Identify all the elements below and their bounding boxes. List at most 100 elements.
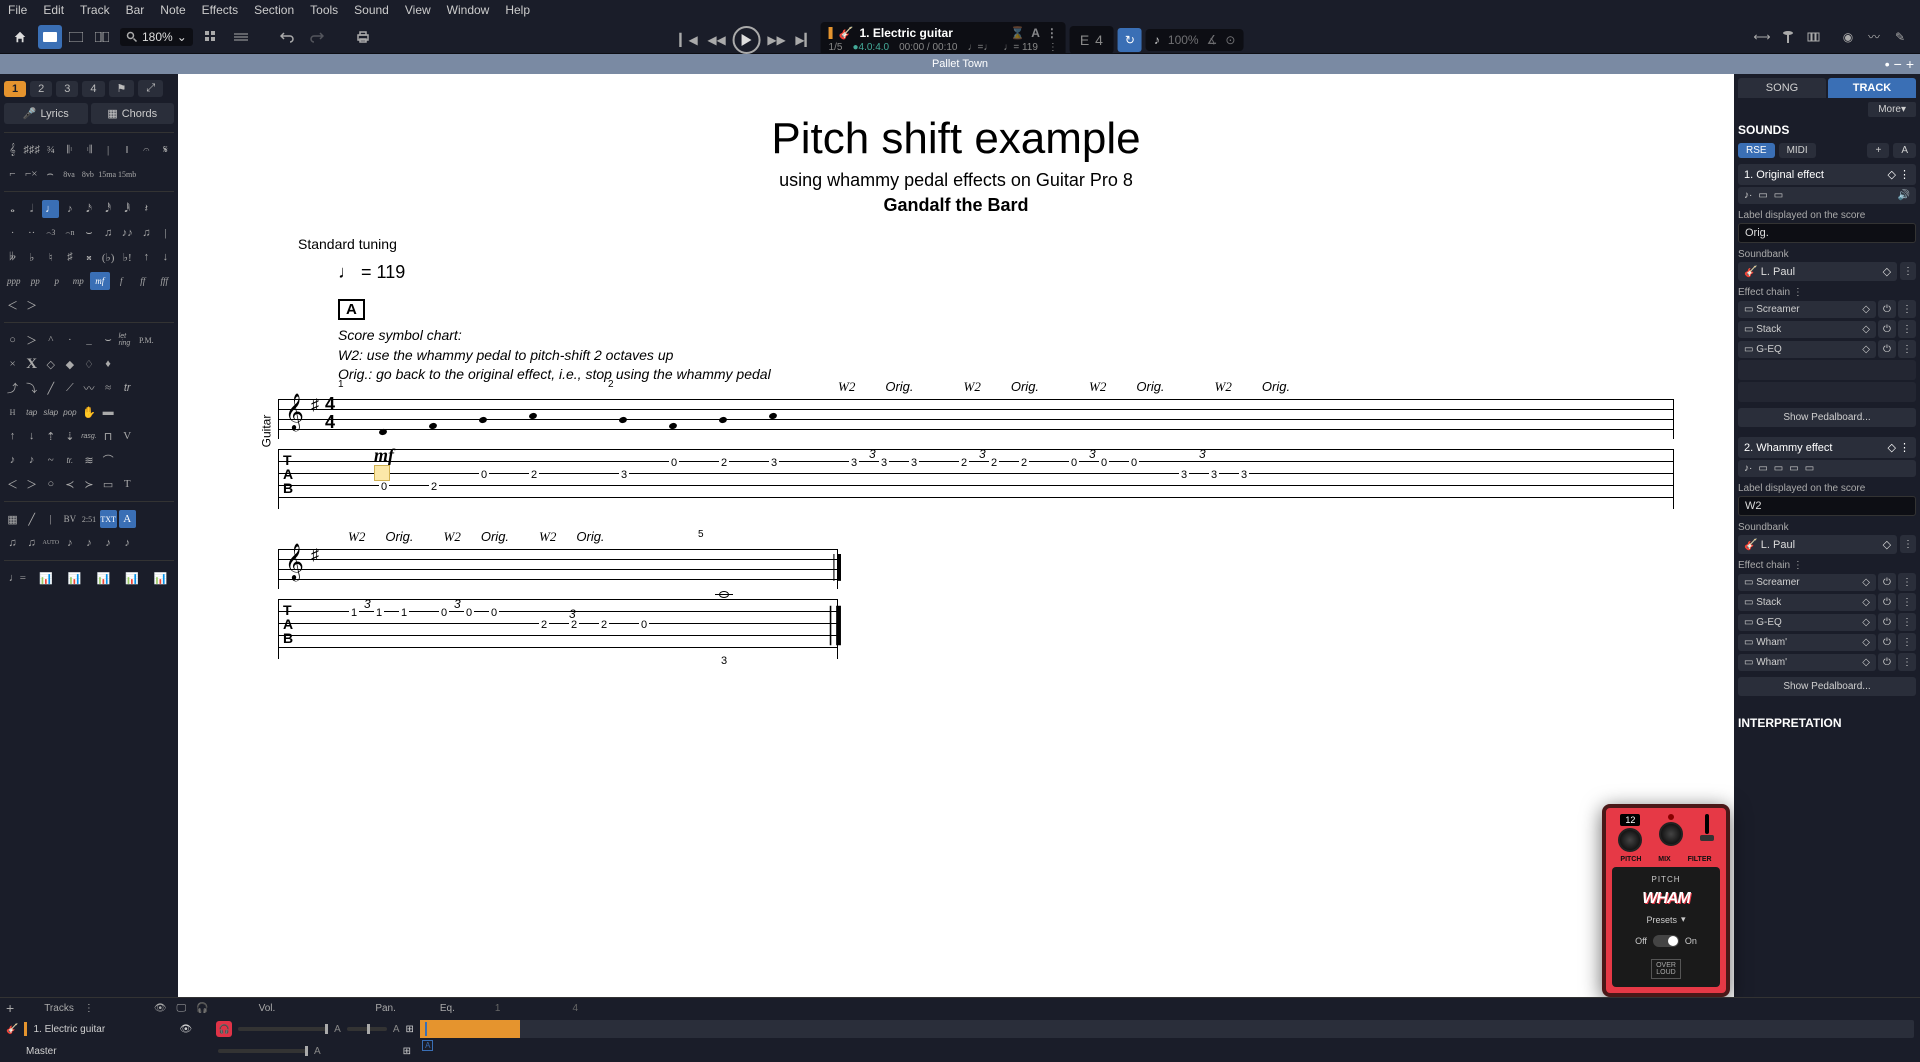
soundbank-select-2[interactable]: 🎸 L. Paul◇ (1738, 535, 1897, 554)
natural-button[interactable]: ♮ (42, 248, 59, 266)
decrescendo-hairpin-button[interactable]: ＞ (23, 475, 40, 493)
effect-stack-2[interactable]: ▭ Stack◇ (1738, 594, 1876, 611)
ottava-8vb-button[interactable]: 8vb (79, 165, 96, 183)
paren-accidental-button[interactable]: (♭) (100, 248, 117, 266)
fade-in-button[interactable]: ≺ (61, 475, 78, 493)
print-button[interactable] (351, 25, 375, 49)
drumkit-button[interactable] (1802, 25, 1826, 49)
auto5-button[interactable]: 📊 (147, 569, 174, 587)
midi-mode-button[interactable]: MIDI (1779, 143, 1816, 158)
repeat-start-button[interactable]: 𝄆 (61, 141, 78, 159)
show-pedalboard-2[interactable]: Show Pedalboard... (1738, 677, 1916, 696)
go-start-button[interactable]: ▎◀ (677, 28, 701, 52)
view-screen-button[interactable] (64, 25, 88, 49)
tempo-auto-button[interactable]: ♩= (4, 569, 31, 587)
go-end-button[interactable]: ▶▎ (793, 28, 817, 52)
ah-button[interactable]: ♦ (100, 355, 117, 373)
beam-group-button[interactable]: ♫ (4, 534, 21, 552)
tremolo-button[interactable]: ≋ (80, 451, 97, 469)
line-in-button[interactable]: 〰 (1862, 25, 1886, 49)
pedal-mix-knob[interactable] (1659, 822, 1683, 846)
rasgueado-button[interactable]: rasg. (80, 427, 97, 445)
automation-a1[interactable]: A (334, 1024, 341, 1035)
x-note-button[interactable]: X (23, 355, 40, 373)
mordent-button[interactable]: tr. (61, 451, 78, 469)
menu-edit[interactable]: Edit (43, 3, 64, 17)
final-barline-button[interactable]: ‖ (119, 141, 136, 159)
palette-track-1[interactable]: 1 (4, 81, 26, 97)
more-dropdown[interactable]: More▾ (1868, 102, 1916, 117)
sound-D-icon-2[interactable]: ▭ (1805, 463, 1814, 474)
staccato-button[interactable]: · (61, 331, 78, 349)
harmonic-button[interactable]: ◇ (42, 355, 59, 373)
cresc-button[interactable]: ＜ (4, 296, 21, 314)
slide-in-button[interactable]: ⟋ (61, 379, 78, 397)
dyn-mf-button[interactable]: mf (90, 272, 110, 290)
accent-mark-button[interactable]: ○ (42, 475, 59, 493)
menu-bar[interactable]: Bar (126, 3, 145, 17)
new-tab-icon[interactable]: + (1906, 56, 1914, 72)
auto4-button[interactable]: 📊 (119, 569, 146, 587)
add-track-button[interactable]: + (6, 1000, 14, 1016)
bracket-button[interactable]: ⌐ (4, 165, 21, 183)
up-stroke-button[interactable]: ↑ (4, 427, 21, 445)
thirtysecond-note-button[interactable]: 𝅘𝅥𝅰 (100, 200, 117, 218)
effect-screamer-2[interactable]: ▭ Screamer◇ (1738, 574, 1876, 591)
crescendo-hairpin-button[interactable]: ＜ (4, 475, 21, 493)
stem-up-button[interactable]: ↑ (138, 248, 155, 266)
tab-song[interactable]: SONG (1738, 78, 1826, 98)
grace-before-button[interactable]: ♪ (23, 451, 40, 469)
voice1-button[interactable]: ♪ (61, 534, 78, 552)
effect-power-1b[interactable]: ⏻ (1878, 320, 1896, 338)
menu-view[interactable]: View (405, 3, 431, 17)
track-volume-slider[interactable] (238, 1027, 328, 1031)
track-info[interactable]: 🎸 1. Electric guitar ⌛ A ⋮ 1/5 ●4.0:4.0 … (821, 22, 1066, 57)
down-stroke-button[interactable]: ↓ (23, 427, 40, 445)
menu-effects[interactable]: Effects (202, 3, 238, 17)
tab-staff-1[interactable]: TAB 0 2 0 2 3 0 2 3 3 3 3 2 2 2 0 (278, 449, 1674, 509)
effect-screamer-1[interactable]: ▭ Screamer◇ (1738, 301, 1876, 318)
tie-button[interactable]: ⌣ (80, 224, 97, 242)
palette-expand-icon[interactable]: ⤢ (138, 80, 163, 97)
automation-ma[interactable]: A (314, 1046, 321, 1057)
view-page-button[interactable] (38, 25, 62, 49)
rest-button[interactable]: 𝄽 (138, 200, 155, 218)
standard-staff-1[interactable]: 𝄞 ♯ 44 mf 3 3 3 3 (278, 399, 1674, 439)
auto-sound-button[interactable]: A (1893, 143, 1916, 158)
sound-C-icon-2[interactable]: ▭ (1789, 463, 1798, 474)
pop-button[interactable]: pop (61, 403, 78, 421)
sound-A-icon[interactable]: ▭ (1758, 190, 1767, 201)
pedal-filter-slider[interactable] (1705, 814, 1709, 834)
home-button[interactable] (8, 25, 32, 49)
ottava-15mb-button[interactable]: 15mb (118, 165, 136, 183)
arpeggio-down-button[interactable]: ⇣ (61, 427, 78, 445)
dyn-f-button[interactable]: f (112, 272, 132, 290)
track-region-strip[interactable] (420, 1020, 1914, 1038)
tuplet-3-button[interactable]: ⌢3 (42, 224, 59, 242)
effect-power-1a[interactable]: ⏻ (1878, 300, 1896, 318)
dead-note-button[interactable]: × (4, 355, 21, 373)
design-mode-button[interactable] (199, 25, 223, 49)
tap-button[interactable]: tap (23, 403, 40, 421)
redo-button[interactable] (305, 25, 329, 49)
repeat-end-button[interactable]: 𝄇 (80, 141, 97, 159)
automation-a2[interactable]: A (393, 1024, 400, 1035)
sound-A-icon-2[interactable]: ▭ (1758, 463, 1767, 474)
effect-wham-2b[interactable]: ▭ Wham'◇ (1738, 654, 1876, 671)
soundbank-select-1[interactable]: 🎸 L. Paul◇ (1738, 262, 1897, 281)
track-auto-button[interactable]: 📊 (61, 569, 88, 587)
effect-geq-1[interactable]: ▭ G-EQ◇ (1738, 341, 1876, 358)
text-button[interactable]: T (119, 475, 136, 493)
menu-section[interactable]: Section (254, 3, 294, 17)
pick-up-button[interactable]: ⊓ (100, 427, 117, 445)
volume-swell-button[interactable]: ▭ (100, 475, 117, 493)
fermata-button[interactable]: 𝄐 (138, 141, 155, 159)
fretboard-button[interactable]: ⟷ (1750, 25, 1774, 49)
effect-menu-2c[interactable]: ⋮ (1898, 613, 1916, 631)
sixtyfourth-note-button[interactable]: 𝅘𝅥𝅱 (119, 200, 136, 218)
undo-button[interactable] (275, 25, 299, 49)
legato-button[interactable]: ⌣ (100, 331, 117, 349)
soundbank-options-1[interactable]: ⋮ (1900, 262, 1916, 280)
sound-B-icon-2[interactable]: ▭ (1774, 463, 1783, 474)
tempo-options-icon[interactable]: ⋮ (1048, 42, 1058, 53)
